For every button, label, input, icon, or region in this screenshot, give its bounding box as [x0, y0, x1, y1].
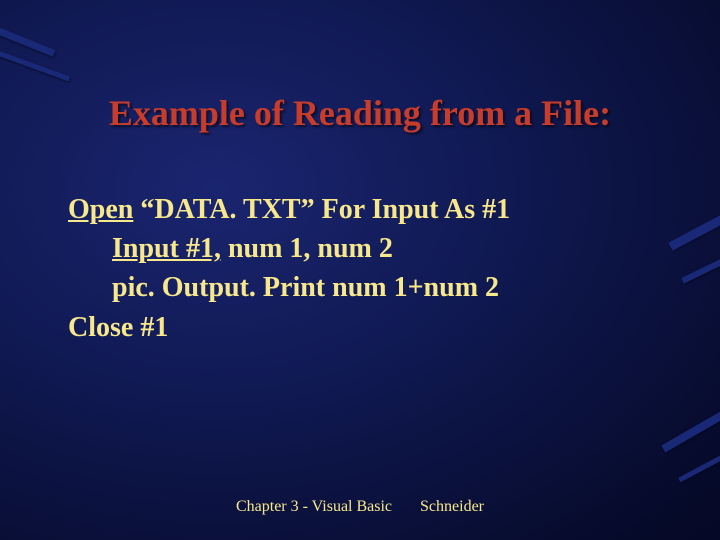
slide-title: Example of Reading from a File: — [0, 92, 720, 134]
code-text: “DATA. TXT” For Input As #1 — [133, 194, 510, 225]
code-line-3: pic. Output. Print num 1+num 2 — [68, 268, 660, 307]
decor-stripe — [681, 245, 720, 283]
decor-stripe — [668, 201, 720, 251]
code-line-1: Open “DATA. TXT” For Input As #1 — [68, 190, 660, 229]
code-text: num 1, num 2 — [221, 233, 393, 264]
decor-stripe — [661, 396, 720, 453]
code-line-4: Close #1 — [68, 308, 660, 347]
footer-chapter: Chapter 3 - Visual Basic — [236, 498, 392, 515]
decor-stripe — [678, 440, 720, 482]
decor-stripe — [0, 20, 55, 56]
slide-footer: Chapter 3 - Visual Basic Schneider — [0, 498, 720, 516]
keyword-open: Open — [68, 194, 133, 225]
footer-author: Schneider — [420, 498, 484, 515]
code-line-2: Input #1, num 1, num 2 — [68, 229, 660, 268]
code-block: Open “DATA. TXT” For Input As #1 Input #… — [68, 190, 660, 347]
slide: Example of Reading from a File: Open “DA… — [0, 0, 720, 540]
keyword-input: Input #1, — [112, 233, 221, 264]
